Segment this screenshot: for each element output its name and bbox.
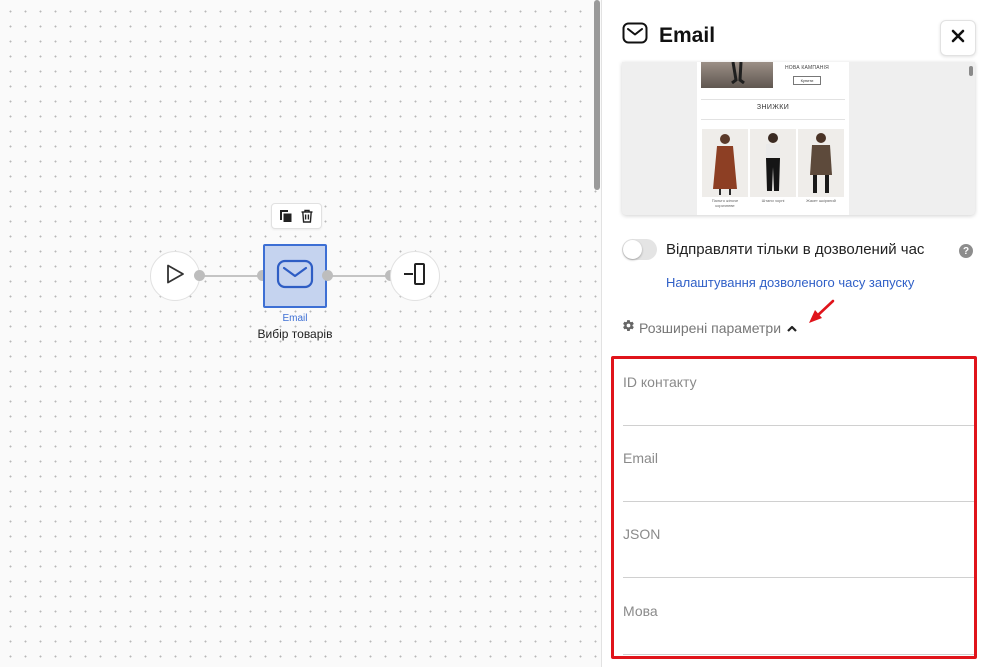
field-label: Email <box>623 450 659 466</box>
close-icon <box>951 29 965 48</box>
email-sheet: НОВА КАМПАНІЯ Купити ЗНИЖКИ Пальто жіноч… <box>697 62 849 215</box>
preview-divider <box>701 99 845 100</box>
mail-icon <box>622 22 648 49</box>
language-field[interactable]: Мова <box>623 593 974 655</box>
toggle-knob <box>623 240 642 259</box>
hero-legs-image <box>731 62 745 84</box>
preview-scrollbar[interactable] <box>969 66 973 76</box>
preview-divider <box>701 119 845 120</box>
panel-title: Email <box>659 23 716 47</box>
json-field[interactable]: JSON <box>623 516 974 578</box>
allowed-time-row: Відправляти тільки в дозволений час <box>622 239 924 260</box>
node-type-label: Email <box>282 313 308 324</box>
preview-buy-button: Купити <box>793 76 821 85</box>
gear-icon <box>622 319 635 337</box>
email-field[interactable]: Email <box>623 440 974 502</box>
preview-product-image <box>750 129 796 197</box>
start-output-port[interactable] <box>194 270 205 281</box>
email-template-preview[interactable]: НОВА КАМПАНІЯ Купити ЗНИЖКИ Пальто жіноч… <box>622 62 975 215</box>
advanced-params-label: Розширені параметри <box>639 320 782 336</box>
help-icon[interactable]: ? <box>959 244 973 258</box>
allowed-time-label: Відправляти тільки в дозволений час <box>666 241 925 258</box>
play-icon <box>164 263 186 290</box>
field-label: ID контакту <box>623 374 697 390</box>
mail-icon <box>276 259 314 294</box>
node-name-label: Вибір товарів <box>257 327 333 341</box>
email-node[interactable] <box>263 244 327 308</box>
panel-header: Email <box>622 22 715 49</box>
advanced-params-toggle[interactable]: Розширені параметри <box>622 319 797 337</box>
email-output-port[interactable] <box>322 270 333 281</box>
chevron-up-icon <box>787 319 797 337</box>
preview-product-image <box>798 129 844 197</box>
trash-icon[interactable] <box>298 207 316 225</box>
end-node[interactable] <box>390 251 440 301</box>
preview-hero-image <box>701 62 773 88</box>
field-label: JSON <box>623 526 661 542</box>
start-node[interactable] <box>150 251 200 301</box>
advanced-fields-highlight: ID контакту Email JSON Мова <box>611 356 977 659</box>
canvas-scrollbar[interactable] <box>594 0 600 190</box>
preview-product-caption: Пальто жіноче коричневе <box>711 198 739 208</box>
copy-icon[interactable] <box>277 207 295 225</box>
preview-product-image <box>702 129 748 197</box>
preview-product-caption: Жакет шкіряний <box>806 198 836 203</box>
field-label: Мова <box>623 603 658 619</box>
flow-canvas[interactable]: Email Вибір товарів <box>0 0 602 667</box>
contact-id-field[interactable]: ID контакту <box>623 364 974 426</box>
allowed-time-settings-link[interactable]: Налаштування дозволеного часу запуску <box>666 275 914 290</box>
allowed-time-toggle[interactable] <box>622 239 657 260</box>
preview-product-caption: Штани чорні <box>761 198 785 203</box>
node-toolbar <box>271 203 322 229</box>
exit-icon <box>402 261 428 292</box>
close-button[interactable] <box>940 20 976 56</box>
preview-campaign-text: НОВА КАМПАНІЯ <box>785 65 829 71</box>
preview-heading: ЗНИЖКИ <box>756 104 790 111</box>
